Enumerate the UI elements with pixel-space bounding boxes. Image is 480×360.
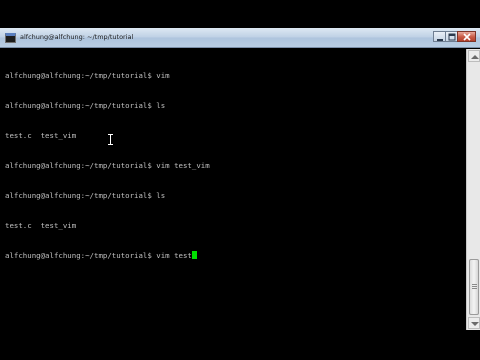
scroll-down-button[interactable] (468, 317, 480, 329)
terminal-client-area[interactable]: alfchung@alfchung:~/tmp/tutorial$ vim al… (0, 49, 480, 330)
terminal-line: test.c test_vim (5, 131, 77, 140)
video-frame: alfchung@alfchung: ~/tmp/tutorial alfchu… (0, 0, 480, 360)
window-title: alfchung@alfchung: ~/tmp/tutorial (20, 33, 134, 41)
arrow-down-icon (471, 322, 479, 326)
terminal-line: alfchung@alfchung:~/tmp/tutorial$ ls (5, 191, 166, 200)
terminal-output[interactable]: alfchung@alfchung:~/tmp/tutorial$ vim al… (5, 51, 460, 327)
thumb-grip (472, 286, 477, 287)
text-cursor (191, 251, 197, 259)
window-controls (433, 31, 476, 43)
terminal-icon (5, 33, 16, 43)
terminal-line: alfchung@alfchung:~/tmp/tutorial$ ls (5, 101, 166, 110)
terminal-input-line[interactable]: alfchung@alfchung:~/tmp/tutorial$ vim te… (5, 251, 460, 261)
thumb-grip (472, 284, 477, 285)
close-button[interactable] (457, 31, 476, 42)
title-bar[interactable]: alfchung@alfchung: ~/tmp/tutorial (0, 28, 480, 48)
terminal-line: alfchung@alfchung:~/tmp/tutorial$ vim (5, 71, 170, 80)
scroll-up-button[interactable] (468, 50, 480, 62)
thumb-grip (472, 288, 477, 289)
mouse-ibeam-icon (108, 134, 113, 145)
vertical-scrollbar[interactable] (466, 49, 480, 330)
scrollbar-thumb[interactable] (469, 259, 479, 315)
terminal-line: alfchung@alfchung:~/tmp/tutorial$ vim te… (5, 161, 210, 170)
terminal-command-text: alfchung@alfchung:~/tmp/tutorial$ vim te… (5, 251, 192, 260)
arrow-up-icon (471, 55, 479, 59)
terminal-line: test.c test_vim (5, 221, 77, 230)
close-icon (463, 33, 471, 41)
terminal-window: alfchung@alfchung: ~/tmp/tutorial alfchu… (0, 28, 480, 330)
